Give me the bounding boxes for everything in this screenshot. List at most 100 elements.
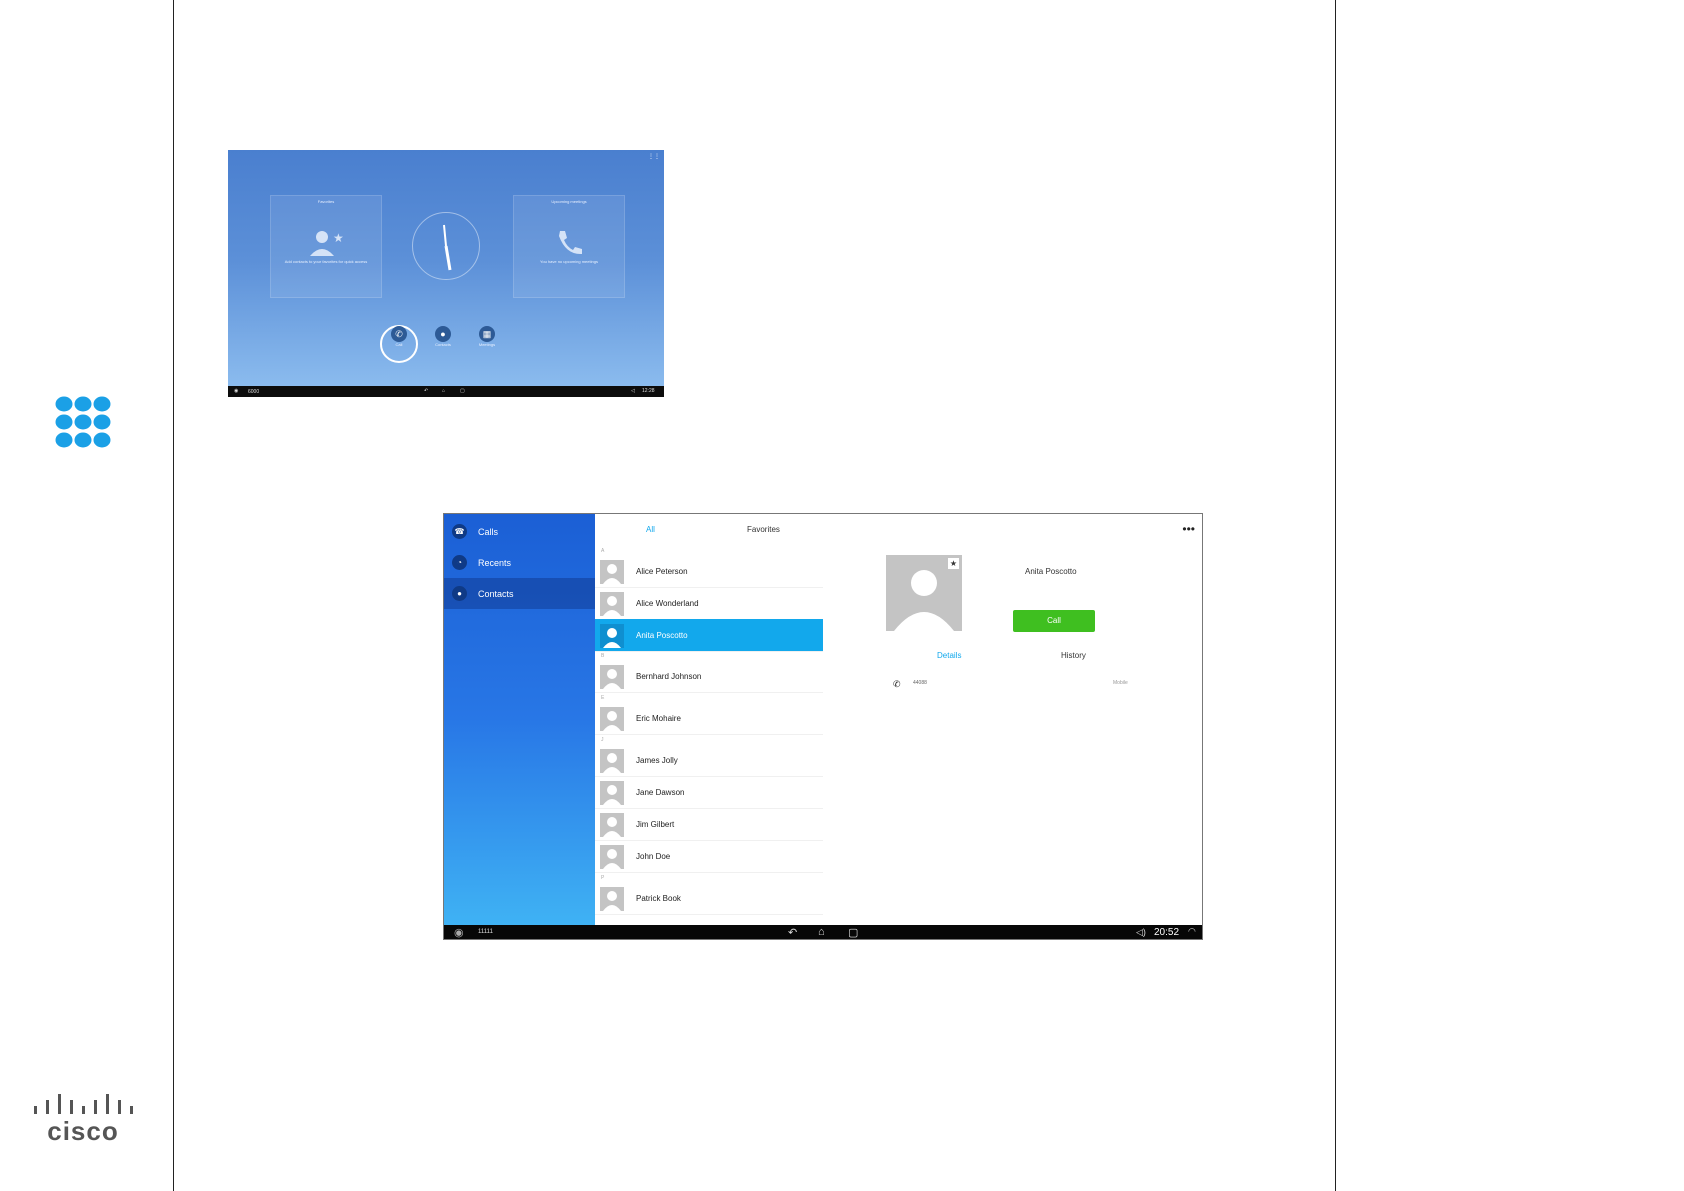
letter-divider-b: B — [601, 653, 605, 659]
more-options-icon[interactable]: ••• — [1182, 522, 1195, 536]
home-call-button[interactable]: ✆ Call — [387, 326, 411, 347]
calendar-icon: ▦ — [479, 326, 495, 342]
avatar — [600, 781, 624, 805]
meetings-tile[interactable]: Upcoming meetings You have no upcoming m… — [513, 195, 625, 298]
home-call-label: Call — [395, 342, 403, 347]
contact-avatar-large: ★ — [886, 555, 962, 631]
back-icon[interactable]: ↶ — [788, 926, 797, 939]
avatar — [600, 887, 624, 911]
tab-details[interactable]: Details — [937, 651, 961, 660]
contact-row[interactable]: Eric Mohaire — [595, 702, 823, 735]
contact-row-selected[interactable]: Anita Poscotto — [595, 619, 823, 652]
contact-name: Patrick Book — [636, 894, 681, 903]
contact-name: Alice Wonderland — [636, 599, 699, 608]
sidebar-contacts-label: Contacts — [478, 589, 514, 599]
contact-row[interactable]: James Jolly — [595, 744, 823, 777]
contact-row[interactable]: Jane Dawson — [595, 776, 823, 809]
meetings-tile-title: Upcoming meetings — [551, 199, 587, 204]
favorites-tile[interactable]: Favorites ★ Add contacts to your favorit… — [270, 195, 382, 298]
sidebar-calls-label: Calls — [478, 527, 499, 537]
recents-icon[interactable]: ▢ — [848, 926, 858, 939]
sidebar-item-calls[interactable]: ☎ Calls — [444, 516, 595, 547]
home-contacts-button[interactable]: ● Contacts — [431, 326, 455, 347]
person-icon: ● — [435, 326, 451, 342]
tab-all[interactable]: All — [646, 525, 655, 534]
person-icon: ● — [452, 586, 467, 601]
contact-number-type: Mobile — [1113, 680, 1128, 686]
contact-number[interactable]: 44088 — [913, 680, 927, 686]
contact-row[interactable]: John Doe — [595, 840, 823, 873]
status-phone-icon: ◉ — [234, 388, 239, 394]
contact-row[interactable]: Patrick Book — [595, 882, 823, 915]
letter-divider-j: J — [601, 737, 604, 743]
person-star-icon: ★ — [310, 231, 344, 256]
contact-name: Jane Dawson — [636, 788, 685, 797]
home-icon[interactable]: ⌂ — [442, 388, 445, 394]
analog-clock — [412, 212, 480, 280]
sidebar-recents-label: Recents — [478, 558, 512, 568]
home-status-bar: ◉ 6000 ↶ ⌂ ▢ ◁ 12:28 — [228, 386, 664, 397]
avatar — [600, 665, 624, 689]
home-ext: 6000 — [248, 389, 260, 395]
contact-name: Eric Mohaire — [636, 714, 681, 723]
favorite-star-icon[interactable]: ★ — [948, 558, 959, 569]
home-meetings-button[interactable]: ▦ Meetings — [475, 326, 499, 347]
contact-name: John Doe — [636, 852, 671, 861]
svg-text:★: ★ — [333, 231, 344, 245]
avatar — [600, 707, 624, 731]
home-icon[interactable]: ⌂ — [818, 926, 825, 938]
home-meetings-label: Meetings — [478, 342, 496, 347]
avatar — [600, 592, 624, 616]
back-icon[interactable]: ↶ — [424, 388, 428, 394]
phone-icon: ✆ — [391, 326, 407, 342]
meetings-tile-desc: You have no upcoming meetings — [540, 259, 598, 264]
letter-divider-a: A — [601, 548, 605, 554]
volume-icon: ◁ — [631, 388, 635, 394]
avatar — [600, 845, 624, 869]
svg-text:cisco: cisco — [47, 1116, 119, 1145]
page-divider-right — [1335, 0, 1336, 1191]
cisco-logo: cisco — [34, 1094, 133, 1145]
contact-row[interactable]: Alice Wonderland — [595, 587, 823, 620]
home-contacts-label: Contacts — [435, 342, 451, 347]
home-time: 12:28 — [642, 388, 655, 394]
clock-icon: ◔ — [452, 555, 467, 570]
avatar — [600, 749, 624, 773]
letter-divider-p: P — [601, 875, 605, 881]
avatar — [600, 813, 624, 837]
phone-icon: ✆ — [893, 679, 901, 689]
contact-detail-name: Anita Poscotto — [1025, 567, 1077, 576]
contact-row[interactable]: Bernhard Johnson — [595, 660, 823, 693]
phone-icon — [559, 231, 582, 255]
avatar — [600, 624, 624, 648]
contact-name: Alice Peterson — [636, 567, 688, 576]
home-menu-icon: ⋮⋮ — [648, 154, 660, 160]
sidebar: ☎ Calls ◔ Recents ● Contacts — [444, 514, 595, 925]
sidebar-item-contacts[interactable]: ● Contacts — [444, 578, 595, 609]
tab-history[interactable]: History — [1061, 651, 1086, 660]
home-screen-screenshot: ⋮⋮ Favorites ★ Add contacts to your favo… — [228, 150, 664, 397]
call-button[interactable]: Call — [1013, 610, 1095, 632]
page-divider-left — [173, 0, 174, 1191]
contact-name: James Jolly — [636, 756, 678, 765]
recents-icon[interactable]: ▢ — [460, 388, 465, 394]
contact-list: All Favorites A Alice Peterson Alice Won… — [595, 514, 824, 925]
favorites-tile-desc: Add contacts to your favorites for quick… — [284, 259, 368, 264]
app-ext: 11111 — [478, 929, 493, 935]
keypad-grid-icon — [55, 396, 111, 448]
volume-icon: ◁) — [1136, 927, 1146, 937]
letter-divider-e: E — [601, 695, 605, 701]
avatar — [600, 560, 624, 584]
sidebar-item-recents[interactable]: ◔ Recents — [444, 547, 595, 578]
app-status-bar: ◉ 11111 ↶ ⌂ ▢ ◁) 20:52 ◠ — [444, 925, 1202, 939]
contact-row[interactable]: Jim Gilbert — [595, 808, 823, 841]
contact-row[interactable]: Alice Peterson — [595, 555, 823, 588]
handset-icon: ☎ — [452, 524, 467, 539]
contact-name: Anita Poscotto — [636, 631, 688, 640]
favorites-tile-title: Favorites — [317, 199, 335, 204]
wifi-icon: ◠ — [1188, 926, 1196, 936]
status-phone-icon: ◉ — [454, 927, 464, 939]
contact-name: Jim Gilbert — [636, 820, 675, 829]
tab-favorites[interactable]: Favorites — [747, 525, 780, 534]
contact-name: Bernhard Johnson — [636, 672, 702, 681]
